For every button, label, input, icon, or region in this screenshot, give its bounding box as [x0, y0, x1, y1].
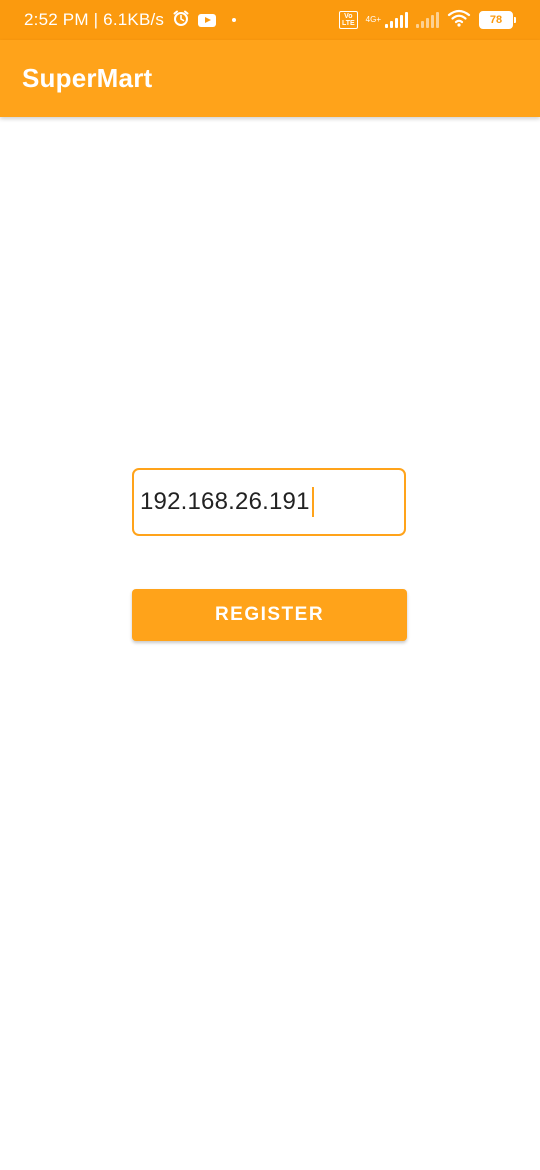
battery-level: 78 [479, 11, 513, 29]
app-title: SuperMart [22, 63, 153, 93]
signal-icon-secondary [416, 12, 439, 28]
text-cursor [311, 487, 314, 517]
dot-icon [232, 18, 237, 22]
volte-icon: Vo LTE [338, 11, 358, 29]
signal-icon [385, 12, 408, 28]
ip-address-input[interactable]: 192.168.26.191 [132, 468, 406, 536]
register-button[interactable]: REGISTER [132, 589, 407, 641]
status-time-speed: 2:52 PM | 6.1KB/s [24, 10, 165, 29]
status-bar: 2:52 PM | 6.1KB/s Vo LTE 4G+ 78 [0, 0, 540, 40]
youtube-icon [198, 13, 217, 27]
status-left: 2:52 PM | 6.1KB/s [24, 9, 237, 32]
screen: 2:52 PM | 6.1KB/s Vo LTE 4G+ 78 SuperMar… [0, 0, 540, 1170]
battery-icon: 78 [479, 11, 516, 29]
ip-address-value[interactable]: 192.168.26.191 [140, 488, 310, 516]
network-type-label: 4G+ [365, 15, 381, 24]
battery-tip [514, 17, 516, 23]
alarm-icon [172, 9, 190, 32]
status-right: Vo LTE 4G+ 78 [338, 9, 516, 32]
wifi-icon [447, 9, 471, 32]
app-bar: SuperMart [0, 40, 540, 117]
